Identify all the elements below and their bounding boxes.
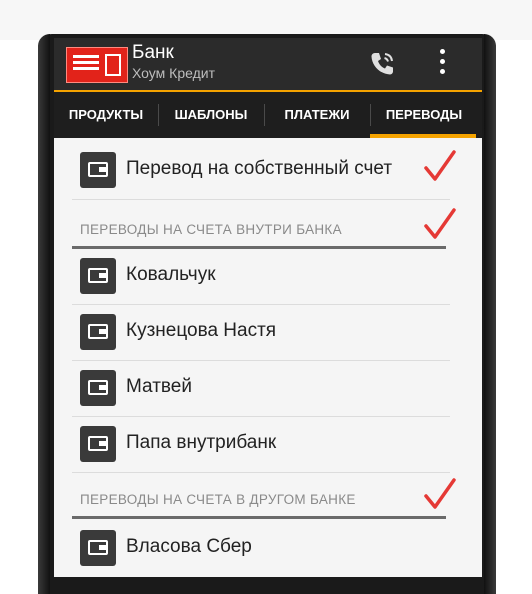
list-item-label: Власова Сбер xyxy=(126,536,252,557)
divider xyxy=(72,416,450,417)
app-subtitle: Хоум Кредит xyxy=(132,65,215,81)
list-item-label: Папа внутрибанк xyxy=(126,432,277,453)
section-divider xyxy=(72,246,446,249)
list-item[interactable]: Матвей xyxy=(74,362,450,414)
phone-icon[interactable] xyxy=(366,48,398,80)
overflow-menu-icon[interactable] xyxy=(436,46,448,82)
section-header-external: ПЕРЕВОДЫ НА СЧЕТА В ДРУГОМ БАНКЕ xyxy=(74,486,446,516)
list-item-label: Перевод на собственный счет xyxy=(126,158,393,179)
list-item[interactable]: Власова Сбер xyxy=(74,522,450,574)
list-item-own-account[interactable]: Перевод на собственный счет xyxy=(74,144,450,196)
section-header-internal: ПЕРЕВОДЫ НА СЧЕТА ВНУТРИ БАНКА xyxy=(74,216,446,246)
home-credit-logo xyxy=(66,47,128,83)
phone-bezel-right xyxy=(484,34,496,594)
logo-door-mark xyxy=(105,54,121,76)
divider xyxy=(72,304,450,305)
phone-screen: Банк Хоум Кредит ПРОДУКТЫ ШАБЛОНЫ ПЛАТЕЖ… xyxy=(54,38,482,577)
tab-templates[interactable]: ШАБЛОНЫ xyxy=(159,92,263,138)
section-divider xyxy=(72,516,446,519)
wallet-icon xyxy=(80,314,116,350)
logo-text-lines xyxy=(73,55,99,75)
wallet-icon xyxy=(80,370,116,406)
tab-transfers[interactable]: ПЕРЕВОДЫ xyxy=(371,92,477,138)
wallet-icon xyxy=(80,258,116,294)
divider xyxy=(72,360,450,361)
divider xyxy=(72,199,450,200)
list-item[interactable]: Кузнецова Настя xyxy=(74,306,450,358)
wallet-icon xyxy=(80,152,116,188)
tab-products[interactable]: ПРОДУКТЫ xyxy=(54,92,158,138)
section-title: ПЕРЕВОДЫ НА СЧЕТА ВНУТРИ БАНКА xyxy=(80,222,342,237)
list-item[interactable]: Папа внутрибанк xyxy=(74,418,450,470)
divider xyxy=(72,472,450,473)
transfer-list: Перевод на собственный счет ПЕРЕВОДЫ НА … xyxy=(54,138,482,577)
wallet-icon xyxy=(80,530,116,566)
list-item-label: Матвей xyxy=(126,376,192,397)
list-item[interactable]: Ковальчук xyxy=(74,250,450,302)
tab-payments[interactable]: ПЛАТЕЖИ xyxy=(265,92,369,138)
app-bar: Банк Хоум Кредит xyxy=(54,38,482,92)
app-title: Банк xyxy=(132,42,174,63)
checkmark-icon xyxy=(424,208,456,239)
phone-bezel-left xyxy=(38,34,50,594)
list-item-label: Ковальчук xyxy=(126,264,216,285)
tab-bar: ПРОДУКТЫ ШАБЛОНЫ ПЛАТЕЖИ ПЕРЕВОДЫ xyxy=(54,92,482,138)
checkmark-icon xyxy=(424,150,456,181)
list-item-label: Кузнецова Настя xyxy=(126,320,277,341)
checkmark-icon xyxy=(424,478,456,509)
wallet-icon xyxy=(80,426,116,462)
section-title: ПЕРЕВОДЫ НА СЧЕТА В ДРУГОМ БАНКЕ xyxy=(80,492,356,507)
